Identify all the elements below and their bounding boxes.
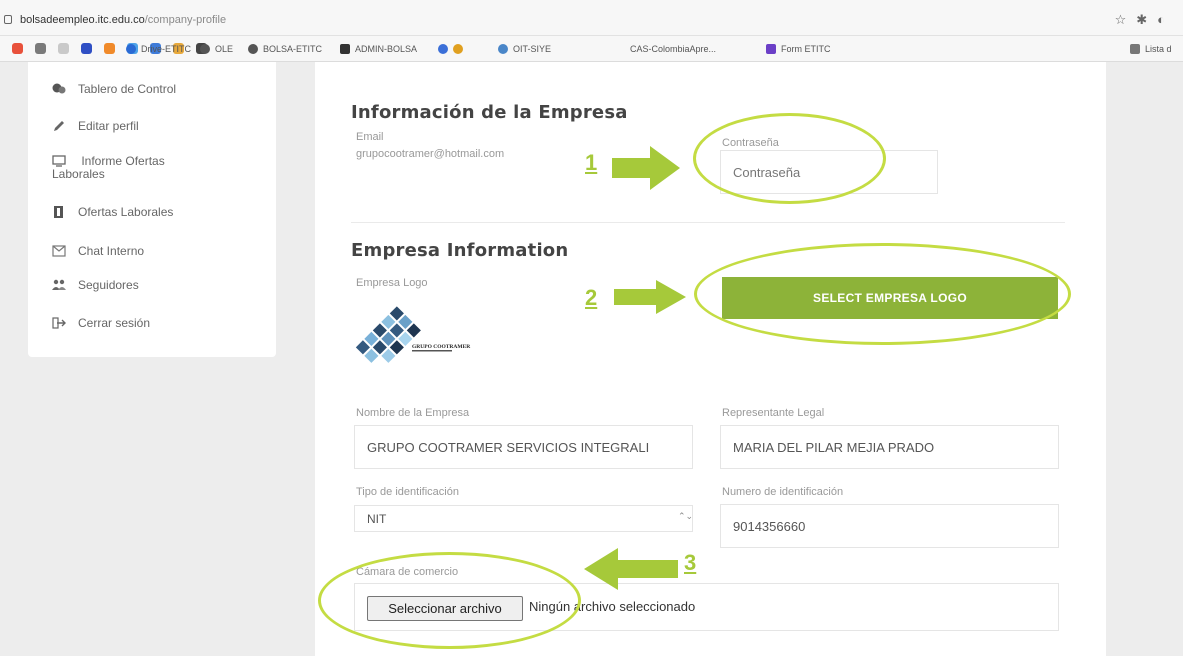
browser-address-bar[interactable]: bolsadeempleo.itc.edu.co/company-profile…	[0, 0, 1183, 36]
sidebar-item-dashboard[interactable]: Tablero de Control	[52, 82, 176, 96]
admin-icon	[340, 44, 350, 54]
chevron-down-icon[interactable]: ⌃⌄	[678, 511, 693, 522]
bookmark-drive[interactable]: Drive-ETITC	[126, 44, 191, 54]
form-icon	[766, 44, 776, 54]
briefcase-icon	[54, 206, 63, 218]
extension-icon[interactable]: ✱	[1136, 12, 1157, 27]
bookmark-reading-list[interactable]: Lista d	[1130, 44, 1172, 54]
legal-rep-label: Representante Legal	[722, 407, 825, 419]
shield-icon	[453, 44, 463, 54]
legal-rep-field[interactable]: MARIA DEL PILAR MEJIA PRADO	[720, 425, 1059, 469]
file-button-highlight-oval	[318, 552, 581, 649]
profile-icon[interactable]: ◐	[1157, 12, 1175, 27]
globe-icon	[498, 44, 508, 54]
section-divider	[351, 222, 1065, 223]
bookmark-form[interactable]: Form ETITC	[766, 44, 831, 54]
lock-icon	[4, 15, 12, 24]
sidebar-item-followers[interactable]: Seguidores	[52, 278, 139, 292]
empresa-info-title: Empresa Information	[351, 240, 569, 261]
pencil-icon	[54, 121, 64, 131]
company-name-field[interactable]: GRUPO COOTRAMER SERVICIOS INTEGRALI	[354, 425, 693, 469]
bookmark-extra[interactable]	[438, 44, 468, 54]
bookmark-ole[interactable]: OLE	[200, 44, 233, 54]
users-icon	[52, 279, 66, 290]
id-type-label: Tipo de identificación	[356, 486, 459, 498]
step-3-arrow-icon	[584, 548, 678, 590]
bookmark-icon[interactable]	[35, 43, 46, 54]
circle-icon	[438, 44, 448, 54]
sidebar-item-logout[interactable]: Cerrar sesión	[52, 316, 150, 330]
sidebar-menu: Tablero de Control Editar perfil Informe…	[28, 62, 276, 357]
email-label: Email	[356, 131, 384, 143]
step-2-number: 2	[585, 285, 598, 310]
logo-wordmark: GRUPO COOTRAMER	[412, 344, 471, 350]
bookmark-icon[interactable]	[58, 43, 69, 54]
bookmark-oit[interactable]: OIT-SIYE	[498, 44, 551, 54]
company-logo-image: GRUPO COOTRAMER	[355, 306, 471, 363]
id-number-field[interactable]: 9014356660	[720, 504, 1059, 548]
bookmark-icon[interactable]	[104, 43, 115, 54]
sidebar-item-edit-profile[interactable]: Editar perfil	[52, 119, 139, 133]
sidebar-item-chat[interactable]: Chat Interno	[52, 244, 144, 258]
step-3-number: 3	[684, 550, 697, 575]
company-name-label: Nombre de la Empresa	[356, 407, 470, 419]
id-number-label: Numero de identificación	[722, 486, 844, 498]
company-info-title: Información de la Empresa	[351, 102, 628, 123]
sidebar-item-job-offers[interactable]: Ofertas Laborales	[52, 205, 173, 219]
bookmark-admin[interactable]: ADMIN-BOLSA	[340, 44, 417, 54]
email-value: grupocootramer@hotmail.com	[356, 148, 505, 160]
step-1-number: 1	[585, 150, 598, 175]
step-2-arrow-icon	[614, 280, 686, 314]
bookmark-cas[interactable]: CAS-ColombiaApre...	[630, 44, 716, 54]
browser-actions[interactable]: ☆✱◐	[1115, 12, 1175, 28]
logout-icon	[52, 317, 66, 329]
logo-button-highlight-oval	[694, 243, 1071, 345]
sidebar-item-report[interactable]: Informe Ofertas Laborales	[52, 154, 212, 181]
logo-label: Empresa Logo	[356, 277, 428, 289]
cloud-icon	[126, 44, 136, 54]
monitor-icon	[52, 155, 66, 167]
url-path: /company-profile	[144, 14, 227, 26]
envelope-icon	[52, 245, 66, 257]
globe-icon	[200, 44, 210, 54]
star-icon[interactable]: ☆	[1115, 12, 1137, 27]
url-display[interactable]: bolsadeempleo.itc.edu.co/company-profile	[4, 14, 226, 26]
id-type-select[interactable]: NIT	[354, 505, 693, 532]
apps-icon[interactable]	[12, 43, 23, 54]
bookmark-icon[interactable]	[81, 43, 92, 54]
dashboard-icon	[52, 83, 66, 94]
bookmark-bolsa[interactable]: BOLSA-ETITC	[248, 44, 322, 54]
password-highlight-oval	[693, 113, 886, 204]
bookmarks-bar: Drive-ETITC OLE BOLSA-ETITC ADMIN-BOLSA …	[0, 36, 1183, 62]
url-host: bolsadeempleo.itc.edu.co	[20, 14, 145, 26]
globe-icon	[248, 44, 258, 54]
step-1-arrow-icon	[612, 146, 680, 190]
list-icon	[1130, 44, 1140, 54]
